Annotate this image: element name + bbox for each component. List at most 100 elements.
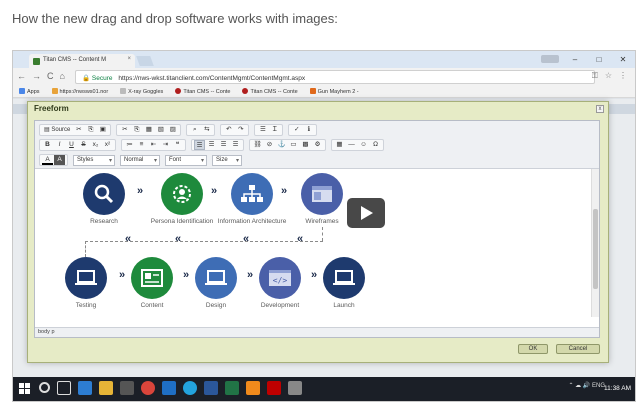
about-icon[interactable]: ℹ — [303, 125, 314, 135]
browser-tab[interactable]: Titan CMS -- Content M × — [29, 54, 135, 68]
bookmark-item[interactable]: Gun Mayhem 2 - — [309, 86, 359, 97]
bold-button[interactable]: B — [42, 140, 53, 150]
cancel-button[interactable]: Cancel — [556, 344, 600, 354]
align-center-icon[interactable]: ☰ — [206, 140, 217, 150]
profile-badge[interactable] — [541, 55, 559, 63]
bookmark-item[interactable]: https://nwsws01.nor — [51, 86, 108, 97]
subscript-button[interactable]: x₂ — [90, 140, 101, 150]
key-icon[interactable]: ⚿ — [592, 71, 598, 81]
format-select[interactable]: Normal — [120, 154, 160, 166]
excel-icon[interactable] — [225, 381, 239, 395]
superscript-button[interactable]: x² — [102, 140, 113, 150]
hr-icon[interactable]: — — [346, 140, 357, 150]
windows-start-icon[interactable] — [19, 383, 30, 394]
copy-icon[interactable]: ⎘ — [85, 125, 96, 135]
editor-scrollbar[interactable] — [591, 169, 599, 317]
text-color-button[interactable]: A — [42, 155, 53, 165]
paste-word-icon[interactable]: ▧ — [155, 125, 166, 135]
blockquote-icon[interactable]: ❝ — [172, 140, 183, 150]
word-icon[interactable] — [204, 381, 218, 395]
replace-icon[interactable]: ⇆ — [201, 125, 212, 135]
forward-icon[interactable]: → — [32, 71, 41, 81]
cut-icon[interactable]: ✂ — [73, 125, 84, 135]
spellcheck-icon[interactable]: ✓ — [291, 125, 302, 135]
undo-icon[interactable]: ↶ — [223, 125, 234, 135]
justify-icon[interactable]: ☰ — [230, 140, 241, 150]
step-research: Research — [69, 173, 139, 226]
svg-text:</>: </> — [273, 276, 288, 285]
store-icon[interactable] — [120, 381, 134, 395]
align-left-icon[interactable]: ☰ — [194, 140, 205, 150]
unlink-icon[interactable]: ⊘ — [264, 140, 275, 150]
copy2-icon[interactable]: ⎘ — [131, 125, 142, 135]
page-heading: How the new drag and drop software works… — [12, 11, 338, 26]
menu-icon[interactable]: ⋮ — [619, 71, 627, 81]
step-persona: Persona Identification — [147, 173, 217, 226]
editor-content-area[interactable]: Research » Persona Identification » Info… — [35, 169, 593, 317]
edge-icon[interactable] — [78, 381, 92, 395]
cut2-icon[interactable]: ✂ — [119, 125, 130, 135]
game-icon — [309, 88, 316, 94]
video-play-button[interactable] — [347, 198, 385, 228]
ok-button[interactable]: OK — [518, 344, 548, 354]
italic-button[interactable]: I — [54, 140, 65, 150]
remove-format-icon[interactable]: Ꮖ — [269, 125, 280, 135]
flash-icon[interactable]: ▩ — [300, 140, 311, 150]
redo-icon[interactable]: ↷ — [235, 125, 246, 135]
task-view-icon[interactable] — [57, 381, 71, 395]
anchor-icon[interactable]: ⚓ — [276, 140, 287, 150]
window-close-button[interactable]: ✕ — [611, 51, 635, 68]
reload-icon[interactable]: C — [47, 71, 54, 81]
bookmark-item[interactable]: X-ray Goggles — [120, 86, 163, 97]
paste-text-icon[interactable]: ▦ — [143, 125, 154, 135]
bookmark-item[interactable]: Titan CMS -- Conte — [175, 86, 230, 97]
url-input[interactable]: 🔒 Secure https://nws-wkst.titanclient.co… — [75, 70, 595, 84]
paste-icon[interactable]: ▣ — [97, 125, 108, 135]
minimize-button[interactable]: – — [563, 51, 587, 68]
star-icon[interactable]: ☆ — [605, 71, 612, 81]
search-icon[interactable] — [39, 382, 50, 393]
link-icon[interactable]: ⛓ — [252, 140, 263, 150]
underline-button[interactable]: U — [66, 140, 77, 150]
special-char-icon[interactable]: Ω — [370, 140, 381, 150]
scrollbar-thumb[interactable] — [593, 209, 598, 289]
font-select[interactable]: Font — [165, 154, 207, 166]
align-right-icon[interactable]: ☰ — [218, 140, 229, 150]
taskbar-clock[interactable]: 11:38 AM — [604, 385, 631, 392]
select-all-icon[interactable]: ☰ — [257, 125, 268, 135]
image-icon[interactable]: ▭ — [288, 140, 299, 150]
skype-icon[interactable] — [183, 381, 197, 395]
indent-icon[interactable]: ⇥ — [160, 140, 171, 150]
filezilla-icon[interactable] — [267, 381, 281, 395]
smiley-icon[interactable]: ☺ — [358, 140, 369, 150]
bookmark-item[interactable]: Titan CMS -- Conte — [242, 86, 298, 97]
explorer-icon[interactable] — [99, 381, 113, 395]
bulleted-list-icon[interactable]: ≡ — [136, 140, 147, 150]
titan-icon — [242, 88, 249, 94]
new-tab-button[interactable] — [136, 56, 154, 66]
vlc-icon[interactable] — [246, 381, 260, 395]
outlook-icon[interactable] — [162, 381, 176, 395]
home-icon[interactable]: ⌂ — [60, 71, 65, 81]
styles-select[interactable]: Styles — [73, 154, 115, 166]
strike-button[interactable]: S — [78, 140, 89, 150]
settings-icon[interactable]: ⚙ — [312, 140, 323, 150]
workflow-image[interactable]: Research » Persona Identification » Info… — [65, 171, 385, 317]
tab-title: Titan CMS -- Content M — [43, 57, 107, 63]
back-icon[interactable]: ← — [17, 71, 26, 81]
tab-close-icon[interactable]: × — [127, 56, 131, 62]
find-icon[interactable]: ⌕ — [189, 125, 200, 135]
numbered-list-icon[interactable]: ≔ — [124, 140, 135, 150]
bg-color-button[interactable]: A — [54, 155, 65, 165]
paste-plain-icon[interactable]: ▨ — [167, 125, 178, 135]
size-select[interactable]: Size — [212, 154, 242, 166]
source-button[interactable]: ▤ Source — [42, 125, 72, 135]
system-tray[interactable]: ⌃ ☁ 🔊 ENG — [568, 382, 605, 389]
bookmark-item[interactable]: Apps — [19, 86, 40, 97]
notepad-icon[interactable] — [288, 381, 302, 395]
chrome-icon[interactable] — [141, 381, 155, 395]
table-icon[interactable]: ▦ — [334, 140, 345, 150]
dialog-close-icon[interactable]: x — [596, 105, 604, 113]
outdent-icon[interactable]: ⇤ — [148, 140, 159, 150]
maximize-button[interactable]: □ — [587, 51, 611, 68]
